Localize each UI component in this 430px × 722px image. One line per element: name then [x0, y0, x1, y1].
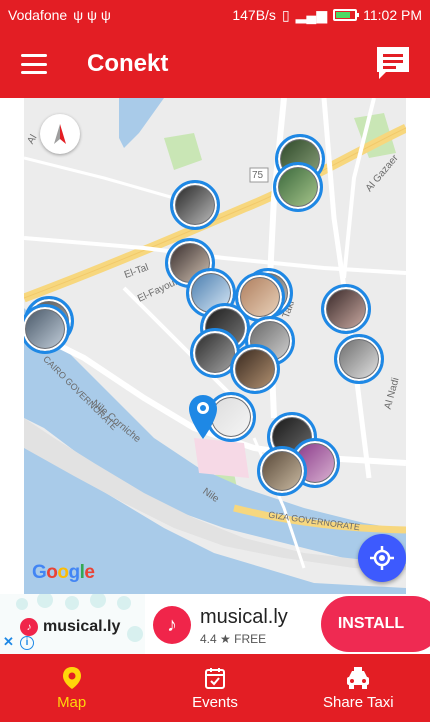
ad-image-card[interactable]: ♪ musical.ly ✕ i	[0, 592, 145, 654]
app-bar: Conekt	[0, 30, 430, 98]
nav-label-events: Events	[192, 693, 238, 711]
menu-icon[interactable]	[21, 54, 47, 74]
bottom-navigation: Map Events Share Taxi	[0, 654, 430, 722]
nav-label-map: Map	[57, 693, 87, 711]
ad-banner[interactable]: ♪ musical.ly ✕ i ♪ musical.ly 4.4 ★ FREE…	[0, 592, 430, 654]
musically-logo-icon: ♪	[20, 618, 38, 636]
user-avatar-marker[interactable]	[321, 284, 371, 334]
usb-icon: ψ ψ ψ	[73, 7, 111, 23]
user-avatar-marker[interactable]	[170, 180, 220, 230]
nav-item-map[interactable]: Map	[0, 654, 143, 722]
nav-label-share-taxi: Share Taxi	[323, 693, 394, 711]
user-avatar-marker[interactable]	[334, 334, 384, 384]
battery-icon	[333, 9, 360, 21]
app-title: Conekt	[87, 50, 169, 77]
ad-app-name: musical.ly	[200, 606, 288, 628]
signal-icon: ▂▄▆	[295, 6, 328, 23]
ad-info-icon[interactable]: i	[20, 636, 34, 650]
network-speed: 147B/s	[232, 7, 276, 23]
app-root: Vodafone ψ ψ ψ 147B/s ▯ ▂▄▆ 11:02 PM Con…	[0, 0, 430, 722]
vibrate-icon: ▯	[281, 6, 290, 23]
user-avatar-marker[interactable]	[273, 162, 323, 212]
taxi-icon	[347, 666, 370, 689]
ad-close-icon[interactable]: ✕	[3, 634, 14, 650]
crosshair-icon	[370, 546, 394, 570]
user-avatar-marker[interactable]	[257, 446, 307, 496]
ad-rating: 4.4 ★ FREE	[200, 632, 267, 646]
calendar-check-icon	[204, 667, 225, 689]
locate-me-button[interactable]	[358, 534, 406, 582]
google-logo: Google	[32, 562, 95, 583]
my-location-pin-icon[interactable]	[188, 394, 218, 440]
chat-icon[interactable]	[374, 44, 412, 82]
map-pin-icon	[62, 666, 81, 689]
install-button[interactable]: INSTALL	[321, 596, 430, 652]
app-logo-icon: ♪	[153, 606, 191, 644]
map-view[interactable]: 75 Al Gazaer El-Tal El-Fayoum CAIRO GOVE…	[24, 98, 406, 594]
user-avatar-marker[interactable]	[230, 344, 280, 394]
carrier-label: Vodafone	[8, 7, 68, 23]
nav-item-share-taxi[interactable]: Share Taxi	[287, 654, 430, 722]
status-time: 11:02 PM	[363, 7, 422, 23]
compass-icon[interactable]	[40, 114, 80, 154]
status-bar: Vodafone ψ ψ ψ 147B/s ▯ ▂▄▆ 11:02 PM	[0, 0, 430, 30]
map-road-75: 75	[252, 170, 264, 181]
ad-brand-small: ♪ musical.ly	[20, 618, 120, 636]
nav-item-events[interactable]: Events	[143, 654, 286, 722]
